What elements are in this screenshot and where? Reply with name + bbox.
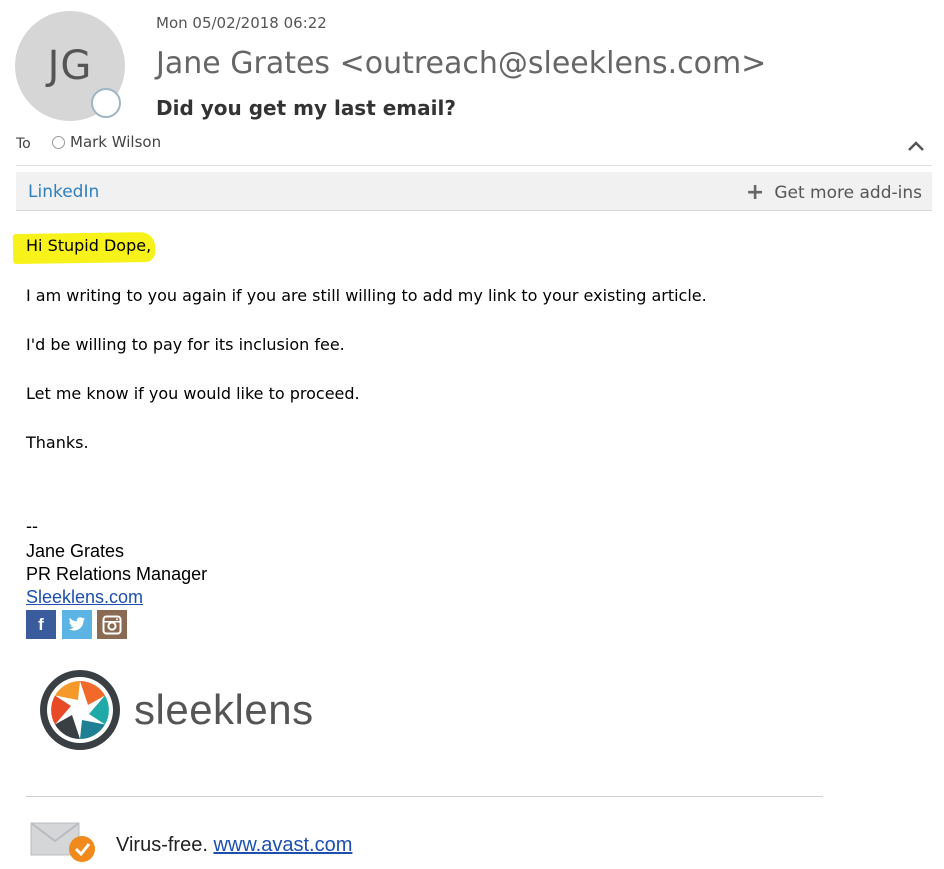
body-paragraph: Thanks. (26, 433, 89, 452)
camera-aperture-logo-icon (40, 670, 120, 750)
linkedin-addin-link[interactable]: LinkedIn (28, 182, 99, 202)
body-paragraph: I am writing to you again if you are sti… (26, 286, 707, 305)
get-more-addins-button[interactable]: + Get more add-ins (746, 180, 922, 205)
virus-free-text: Virus-free. (116, 834, 208, 856)
virus-free-notice: Virus-free. www.avast.com (116, 834, 352, 857)
greeting-text: Hi Stupid Dope, (26, 236, 152, 255)
body-paragraph: I'd be willing to pay for its inclusion … (26, 335, 345, 354)
to-label: To (16, 136, 31, 152)
get-more-addins-label: Get more add-ins (774, 182, 922, 203)
header-divider (16, 165, 932, 166)
signature-title: PR Relations Manager (26, 564, 208, 584)
addin-bar: LinkedIn + Get more add-ins (16, 172, 932, 211)
facebook-icon[interactable]: f (26, 610, 56, 639)
plus-icon: + (745, 180, 765, 205)
logo-wordmark: sleeklens (134, 686, 314, 733)
body-paragraph: Let me know if you would like to proceed… (26, 384, 360, 403)
signature-website-link[interactable]: Sleeklens.com (26, 587, 143, 608)
footer-divider (26, 796, 823, 797)
avast-envelope-icon (30, 822, 98, 869)
avatar-initials: JG (47, 43, 93, 89)
recipient-presence-icon (52, 135, 65, 149)
chevron-up-icon (908, 141, 924, 151)
sender-name[interactable]: Jane Grates <outreach@sleeklens.com> (156, 46, 766, 81)
sleeklens-logo[interactable]: sleeklens (38, 668, 314, 752)
signature-separator: -- (26, 516, 38, 536)
avast-link[interactable]: www.avast.com (213, 834, 352, 856)
email-date: Mon 05/02/2018 06:22 (156, 14, 327, 32)
presence-status-icon (91, 88, 121, 118)
recipient-chip[interactable]: Mark Wilson (52, 133, 161, 151)
recipient-name: Mark Wilson (70, 133, 162, 151)
collapse-header-button[interactable] (904, 134, 928, 158)
instagram-icon[interactable] (97, 610, 127, 639)
twitter-icon[interactable] (62, 610, 92, 639)
signature-name: Jane Grates (26, 541, 125, 561)
email-subject: Did you get my last email? (156, 96, 456, 120)
